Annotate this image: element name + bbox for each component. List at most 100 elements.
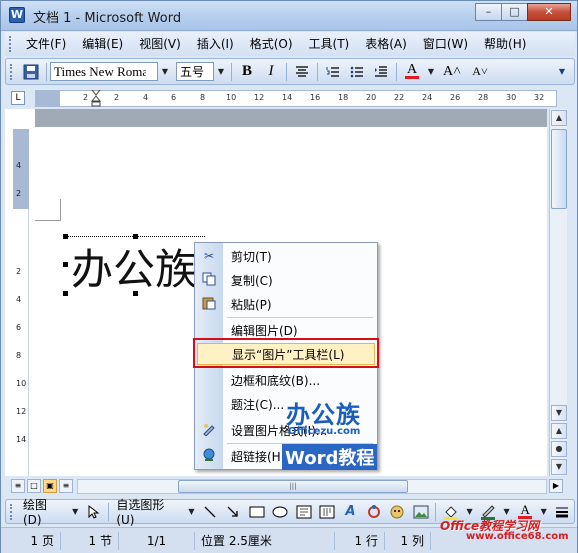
menu-item-label: 题注(C)... xyxy=(231,398,285,412)
ruler-tick: 10 xyxy=(226,93,237,102)
grow-font-icon[interactable]: A˄ xyxy=(440,62,464,82)
toolbar-separator xyxy=(108,502,110,521)
print-view-icon[interactable]: ▣ xyxy=(43,479,57,493)
vruler-tick: 4 xyxy=(16,295,22,304)
ruler-tick: 22 xyxy=(394,93,405,102)
draw-menu-button[interactable]: 绘图(D) xyxy=(19,496,68,527)
menu-help[interactable]: 帮助(H) xyxy=(476,34,534,54)
vertical-textbox-icon[interactable] xyxy=(317,502,336,522)
ruler-tick: 18 xyxy=(338,93,349,102)
scroll-right-icon[interactable]: ▶ xyxy=(549,479,563,493)
chevron-down-icon[interactable]: ▼ xyxy=(424,63,438,80)
vruler-tick: 6 xyxy=(16,323,22,332)
menu-edit[interactable]: 编辑(E) xyxy=(74,34,131,54)
toolbar-options-icon[interactable]: ▼ xyxy=(552,62,572,82)
toolbar-separator xyxy=(317,62,318,81)
menubar-grip[interactable] xyxy=(9,36,12,52)
autoshapes-button[interactable]: 自选图形(U) xyxy=(112,496,184,527)
tab-selector[interactable]: L xyxy=(11,91,25,105)
menu-window[interactable]: 窗口(W) xyxy=(415,34,476,54)
normal-view-icon[interactable]: ≡ xyxy=(11,479,25,493)
ruler-tick: 14 xyxy=(282,93,293,102)
arrow-icon[interactable] xyxy=(224,502,243,522)
vruler-tick: 8 xyxy=(16,351,22,360)
menu-table[interactable]: 表格(A) xyxy=(357,34,415,54)
textbox-icon[interactable] xyxy=(294,502,313,522)
menu-item-label: 边框和底纹(B)... xyxy=(231,374,321,388)
diagram-icon[interactable] xyxy=(364,502,383,522)
ruler-tick: 4 xyxy=(143,93,149,102)
horizontal-ruler[interactable]: 2 2 4 6 8 10 12 14 16 18 20 22 24 26 28 … xyxy=(35,90,557,107)
wordart-icon[interactable]: A xyxy=(341,502,360,522)
vertical-ruler[interactable]: 4 2 2 4 6 8 10 12 14 xyxy=(13,129,29,476)
bullets-icon[interactable] xyxy=(347,62,367,82)
menu-item-cut[interactable]: ✂ 剪切(T) xyxy=(195,245,377,267)
font-color-swatch xyxy=(405,76,419,79)
site-url-watermark: www.office68.com xyxy=(466,531,569,542)
browse-object-icon[interactable]: ● xyxy=(551,441,567,457)
menu-item-paste[interactable]: 粘贴(P) xyxy=(195,293,377,315)
shrink-font-icon[interactable]: A˅ xyxy=(468,62,492,82)
font-color-icon[interactable]: A xyxy=(402,62,422,82)
status-line: 1 行 xyxy=(335,531,385,550)
rectangle-icon[interactable] xyxy=(247,502,266,522)
toolbar-grip[interactable] xyxy=(10,63,13,80)
italic-button[interactable]: I xyxy=(261,62,281,82)
menu-format[interactable]: 格式(O) xyxy=(242,34,301,54)
brand-url-watermark: Officezu.com xyxy=(288,426,361,437)
bold-button[interactable]: B xyxy=(237,62,257,82)
scrollbar-thumb[interactable] xyxy=(551,129,567,209)
outline-view-icon[interactable]: ≡ xyxy=(59,479,73,493)
font-name-select[interactable]: Times New Roman xyxy=(50,62,158,81)
font-size-select[interactable]: 五号 xyxy=(176,62,214,81)
scroll-up-icon[interactable]: ▲ xyxy=(551,110,567,126)
toolbar-separator xyxy=(396,62,397,81)
chevron-down-icon[interactable]: ▼ xyxy=(214,63,228,80)
oval-icon[interactable] xyxy=(270,502,289,522)
menu-item-copy[interactable]: 复制(C) xyxy=(195,269,377,291)
ruler-margin xyxy=(36,91,60,106)
ruler-tick: 2 xyxy=(114,93,120,102)
previous-page-icon[interactable]: ▲ xyxy=(551,423,567,439)
numbering-icon[interactable] xyxy=(323,62,343,82)
chevron-down-icon[interactable]: ▼ xyxy=(68,503,82,520)
selected-picture[interactable]: 办公族 xyxy=(63,234,207,296)
chevron-down-icon[interactable]: ▼ xyxy=(185,503,199,520)
web-view-icon[interactable]: □ xyxy=(27,479,41,493)
horizontal-scrollbar[interactable]: ||| xyxy=(77,479,547,494)
ruler-tick: 8 xyxy=(200,93,206,102)
minimize-icon[interactable]: – xyxy=(475,3,502,21)
image-icon[interactable] xyxy=(411,502,430,522)
resize-handle[interactable] xyxy=(133,291,138,296)
tutorial-watermark: Word教程 xyxy=(282,444,378,470)
menu-insert[interactable]: 插入(I) xyxy=(189,34,242,54)
ruler-tick: 32 xyxy=(534,93,545,102)
next-page-icon[interactable]: ▼ xyxy=(551,459,567,475)
ruler-tick: 16 xyxy=(310,93,321,102)
indent-marker-icon[interactable] xyxy=(91,90,101,107)
menu-view[interactable]: 视图(V) xyxy=(131,34,189,54)
line-style-icon[interactable] xyxy=(552,502,571,522)
close-icon[interactable]: ✕ xyxy=(527,3,571,21)
horizontal-scrollbar-thumb[interactable]: ||| xyxy=(178,480,408,493)
vertical-scrollbar[interactable]: ▲ ▼ ▲ ● ▼ xyxy=(549,109,567,476)
indent-icon[interactable] xyxy=(371,62,391,82)
menu-item-borders-shading[interactable]: 边框和底纹(B)... xyxy=(195,369,377,391)
menu-file[interactable]: 文件(F) xyxy=(18,34,74,54)
maximize-icon[interactable]: □ xyxy=(501,3,528,21)
pointer-icon[interactable] xyxy=(84,502,103,522)
scroll-down-icon[interactable]: ▼ xyxy=(551,405,567,421)
line-icon[interactable] xyxy=(200,502,219,522)
word-app-icon[interactable]: W xyxy=(9,7,25,23)
menu-tools[interactable]: 工具(T) xyxy=(301,34,358,54)
drawbar-grip[interactable] xyxy=(10,503,13,520)
chevron-down-icon[interactable]: ▼ xyxy=(158,63,172,80)
align-center-icon[interactable] xyxy=(292,62,312,82)
ruler-tick: 30 xyxy=(506,93,517,102)
window-title: 文档 1 - Microsoft Word xyxy=(33,11,182,26)
resize-handle[interactable] xyxy=(63,262,68,267)
resize-handle[interactable] xyxy=(63,291,68,296)
menu-item-label: 编辑图片(D) xyxy=(231,324,298,338)
save-icon[interactable] xyxy=(21,62,41,82)
clipart-icon[interactable] xyxy=(388,502,407,522)
